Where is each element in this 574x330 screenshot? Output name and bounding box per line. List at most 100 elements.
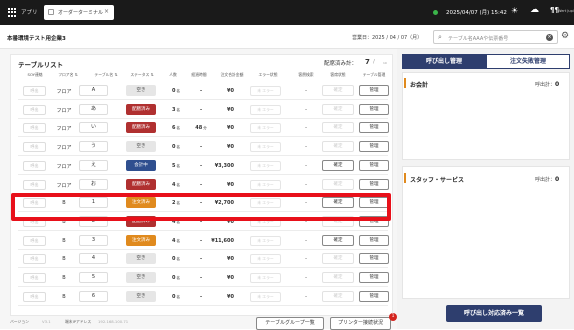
error-button[interactable]: 未 エラー xyxy=(250,273,281,283)
confirm-button[interactable]: 確定 xyxy=(322,272,354,283)
call-button[interactable]: 呼出 xyxy=(23,160,46,171)
col-header-floor[interactable]: フロア名 ⇅ xyxy=(58,72,78,78)
confirm-button[interactable]: 確定 xyxy=(322,122,354,134)
table-row: 呼出 フロアあ 配膳済み 3名 - ¥0 未 エラー - 確定 管理 xyxy=(18,101,389,119)
customer-search: - xyxy=(305,181,307,188)
floor-name: フロア xyxy=(56,107,72,114)
error-button[interactable]: 未 エラー xyxy=(250,160,281,171)
confirm-button[interactable]: 確定 xyxy=(322,85,354,96)
table-group-list-button[interactable]: テーブルグループ一覧 xyxy=(256,317,324,330)
elapsed-time: - xyxy=(200,107,202,113)
table-name: A xyxy=(79,85,108,96)
people-value: 0 xyxy=(172,275,176,281)
people-value: 4 xyxy=(172,237,176,244)
manage-button[interactable]: 管理 xyxy=(359,290,389,302)
col-header-error: エラー状態 xyxy=(258,72,278,77)
placed-count: 7 xyxy=(365,58,370,66)
col-header-manage: テーブル管理 xyxy=(362,72,386,77)
elapsed-value: - xyxy=(199,106,203,113)
elapsed-unit: 分 xyxy=(203,126,207,131)
manage-button[interactable]: 管理 xyxy=(359,159,389,171)
business-date: 営業日：2025 / 04 / 07（月） xyxy=(352,35,423,41)
manage-button[interactable]: 管理 xyxy=(359,103,389,115)
people-value: 0 xyxy=(172,293,176,300)
order-total: ¥0 xyxy=(227,256,234,263)
people-unit: 名 xyxy=(176,257,180,262)
table-name: お xyxy=(79,178,108,190)
manage-button[interactable]: 管理 xyxy=(359,272,389,283)
error-button[interactable]: 未 エラー xyxy=(250,254,281,265)
error-button[interactable]: 未 エラー xyxy=(250,291,281,302)
col-header-people: 人数 xyxy=(169,72,177,77)
app-grid-icon[interactable] xyxy=(8,8,17,17)
call-button[interactable]: 呼出 xyxy=(23,291,46,302)
tab-order-error[interactable]: 注文失敗管理 xyxy=(486,54,570,69)
manage-button[interactable]: 管理 xyxy=(359,234,389,246)
table-row: 呼出 フロアお 配膳済み 4名 - ¥0 未 エラー - 確定 管理 xyxy=(18,176,389,194)
error-button[interactable]: 未 エラー xyxy=(250,123,281,134)
call-button[interactable]: 呼出 xyxy=(23,86,46,96)
status-badge: 空き xyxy=(126,253,156,265)
manage-button[interactable]: 管理 xyxy=(359,178,389,190)
version-label: バージョン xyxy=(10,319,29,324)
confirm-button[interactable]: 確定 xyxy=(322,253,354,265)
table-row: 呼出 B 3 注文済み 4名 - ¥11,600 未 エラー - 確定 管理 xyxy=(18,232,389,250)
elapsed-value: - xyxy=(199,144,203,151)
company-name: 本番環境テスト用企業3 xyxy=(7,36,66,42)
status-badge: 注文済み xyxy=(126,234,156,246)
col-header-elapsed: 経過時間 xyxy=(191,72,207,77)
customer-search: - xyxy=(305,275,307,281)
error-button[interactable]: 未 エラー xyxy=(250,104,281,115)
table-row: 呼出 B 4 空き 0名 - ¥0 未 エラー - 確定 管理 xyxy=(18,250,389,269)
table-name: 3 xyxy=(79,234,108,246)
section-accent xyxy=(404,173,406,183)
call-button[interactable]: 呼出 xyxy=(23,104,46,115)
status-badge: 配膳済み xyxy=(126,122,156,134)
col-header-table[interactable]: テーブル名 ⇅ xyxy=(94,72,117,78)
table-row: 呼出 フロア A 空き 0名 - ¥0 未 エラー - 確定 管理 xyxy=(18,82,389,100)
printer-status-button[interactable]: プリンター接続状況 xyxy=(330,317,391,330)
call-button[interactable]: 呼出 xyxy=(23,273,46,283)
floor-name: B xyxy=(62,293,66,300)
call-button[interactable]: 呼出 xyxy=(23,142,46,153)
error-button[interactable]: 未 エラー xyxy=(250,179,281,190)
col-header-status[interactable]: ステータス ⇅ xyxy=(130,72,153,78)
confirm-button[interactable]: 確定 xyxy=(322,103,354,115)
customer-search: - xyxy=(305,125,307,132)
confirm-button[interactable]: 確定 xyxy=(322,141,354,153)
manage-button[interactable]: 管理 xyxy=(359,141,389,153)
confirm-button[interactable]: 確定 xyxy=(322,159,354,171)
call-button[interactable]: 呼出 xyxy=(23,179,46,190)
elapsed-time: - xyxy=(200,144,202,150)
error-button[interactable]: 未 エラー xyxy=(250,142,281,153)
handled-calls-button[interactable]: 呼び出し対応済み一覧 xyxy=(446,305,542,322)
manage-button[interactable]: 管理 xyxy=(359,253,389,265)
table-row: 呼出 B 5 空き 0名 - ¥0 未 エラー - 確定 管理 xyxy=(18,269,389,287)
confirm-button[interactable]: 確定 xyxy=(322,234,354,246)
floor-name: フロア xyxy=(56,126,72,133)
floor-name: B xyxy=(62,256,66,263)
floor-name: フロア xyxy=(56,163,72,170)
table-row: 呼出 フロアう 空き 0名 - ¥0 未 エラー - 確定 管理 xyxy=(18,138,389,157)
error-button[interactable]: 未 エラー xyxy=(250,86,281,96)
count-value: 0 xyxy=(555,81,560,88)
people-unit: 名 xyxy=(176,107,180,112)
tab-call-management[interactable]: 呼び出し管理 xyxy=(402,54,486,69)
clear-icon[interactable]: × xyxy=(546,34,553,41)
search-input[interactable]: ⌕ テーブル名AAAや伝票番号 × xyxy=(433,30,558,44)
call-button[interactable]: 呼出 xyxy=(23,235,46,246)
tab-order-terminal[interactable]: オーダーターミナル × xyxy=(44,5,114,20)
app-label[interactable]: アプリ xyxy=(21,8,38,16)
call-button[interactable]: 呼出 xyxy=(23,123,46,134)
settings-icon[interactable]: ⚙ xyxy=(561,31,569,41)
confirm-button[interactable]: 確定 xyxy=(322,178,354,190)
close-icon[interactable]: × xyxy=(104,8,109,15)
error-button[interactable]: 未 エラー xyxy=(250,235,281,246)
manage-button[interactable]: 管理 xyxy=(359,85,389,96)
order-total: ¥0 xyxy=(227,106,234,113)
confirm-button[interactable]: 確定 xyxy=(322,290,354,302)
manage-button[interactable]: 管理 xyxy=(359,122,389,134)
call-button[interactable]: 呼出 xyxy=(23,254,46,265)
elapsed-time: 48分 xyxy=(195,125,206,131)
top-bar: アプリ オーダーターミナル × 2025/04/07 (月) 15:42 ☀ ☁… xyxy=(0,0,574,25)
